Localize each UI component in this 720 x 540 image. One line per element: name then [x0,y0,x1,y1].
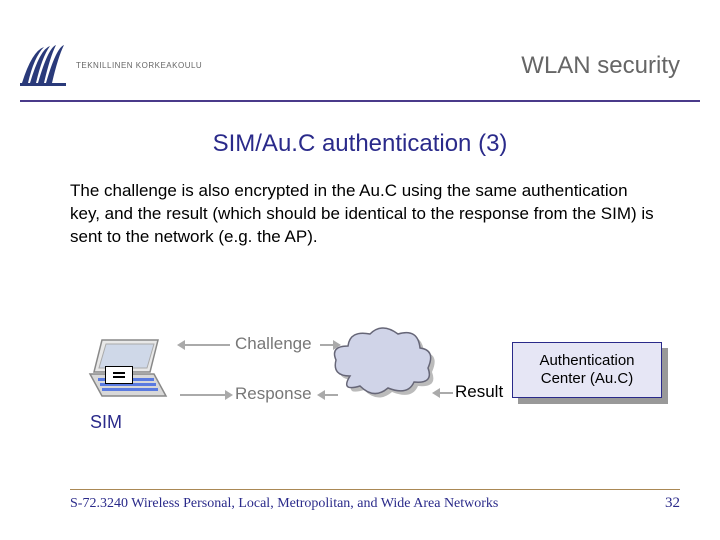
arrow-result-left [435,392,453,394]
network-cloud-icon [330,326,440,406]
arrow-challenge-left [180,344,230,346]
footer-divider [70,489,680,490]
body-paragraph: The challenge is also encrypted in the A… [70,180,660,249]
arrow-response-right [180,394,230,396]
sim-chip-icon [105,366,133,384]
auc-front: Authentication Center (Au.C) [512,342,662,398]
result-label: Result [455,382,503,402]
header-divider [20,100,700,102]
sim-label: SIM [90,412,122,433]
auc-line2: Center (Au.C) [541,370,634,388]
header: TEKNILLINEN KORKEAKOULU WLAN security [20,40,700,100]
footer: S-72.3240 Wireless Personal, Local, Metr… [70,495,680,512]
header-title: WLAN security [521,52,680,80]
slide-title: SIM/Au.C authentication (3) [0,130,720,158]
course-code: S-72.3240 Wireless Personal, Local, Metr… [70,496,498,512]
auc-box: Authentication Center (Au.C) [512,342,662,398]
response-label: Response [235,384,312,404]
auc-line1: Authentication [539,352,634,370]
auth-diagram: SIM Challenge Response Result Authentica… [60,320,660,460]
org-name: TEKNILLINEN KORKEAKOULU [76,61,202,70]
challenge-label: Challenge [235,334,312,354]
org-logo: TEKNILLINEN KORKEAKOULU [20,40,230,90]
page-number: 32 [665,495,680,512]
logo-mark-icon [20,43,68,87]
